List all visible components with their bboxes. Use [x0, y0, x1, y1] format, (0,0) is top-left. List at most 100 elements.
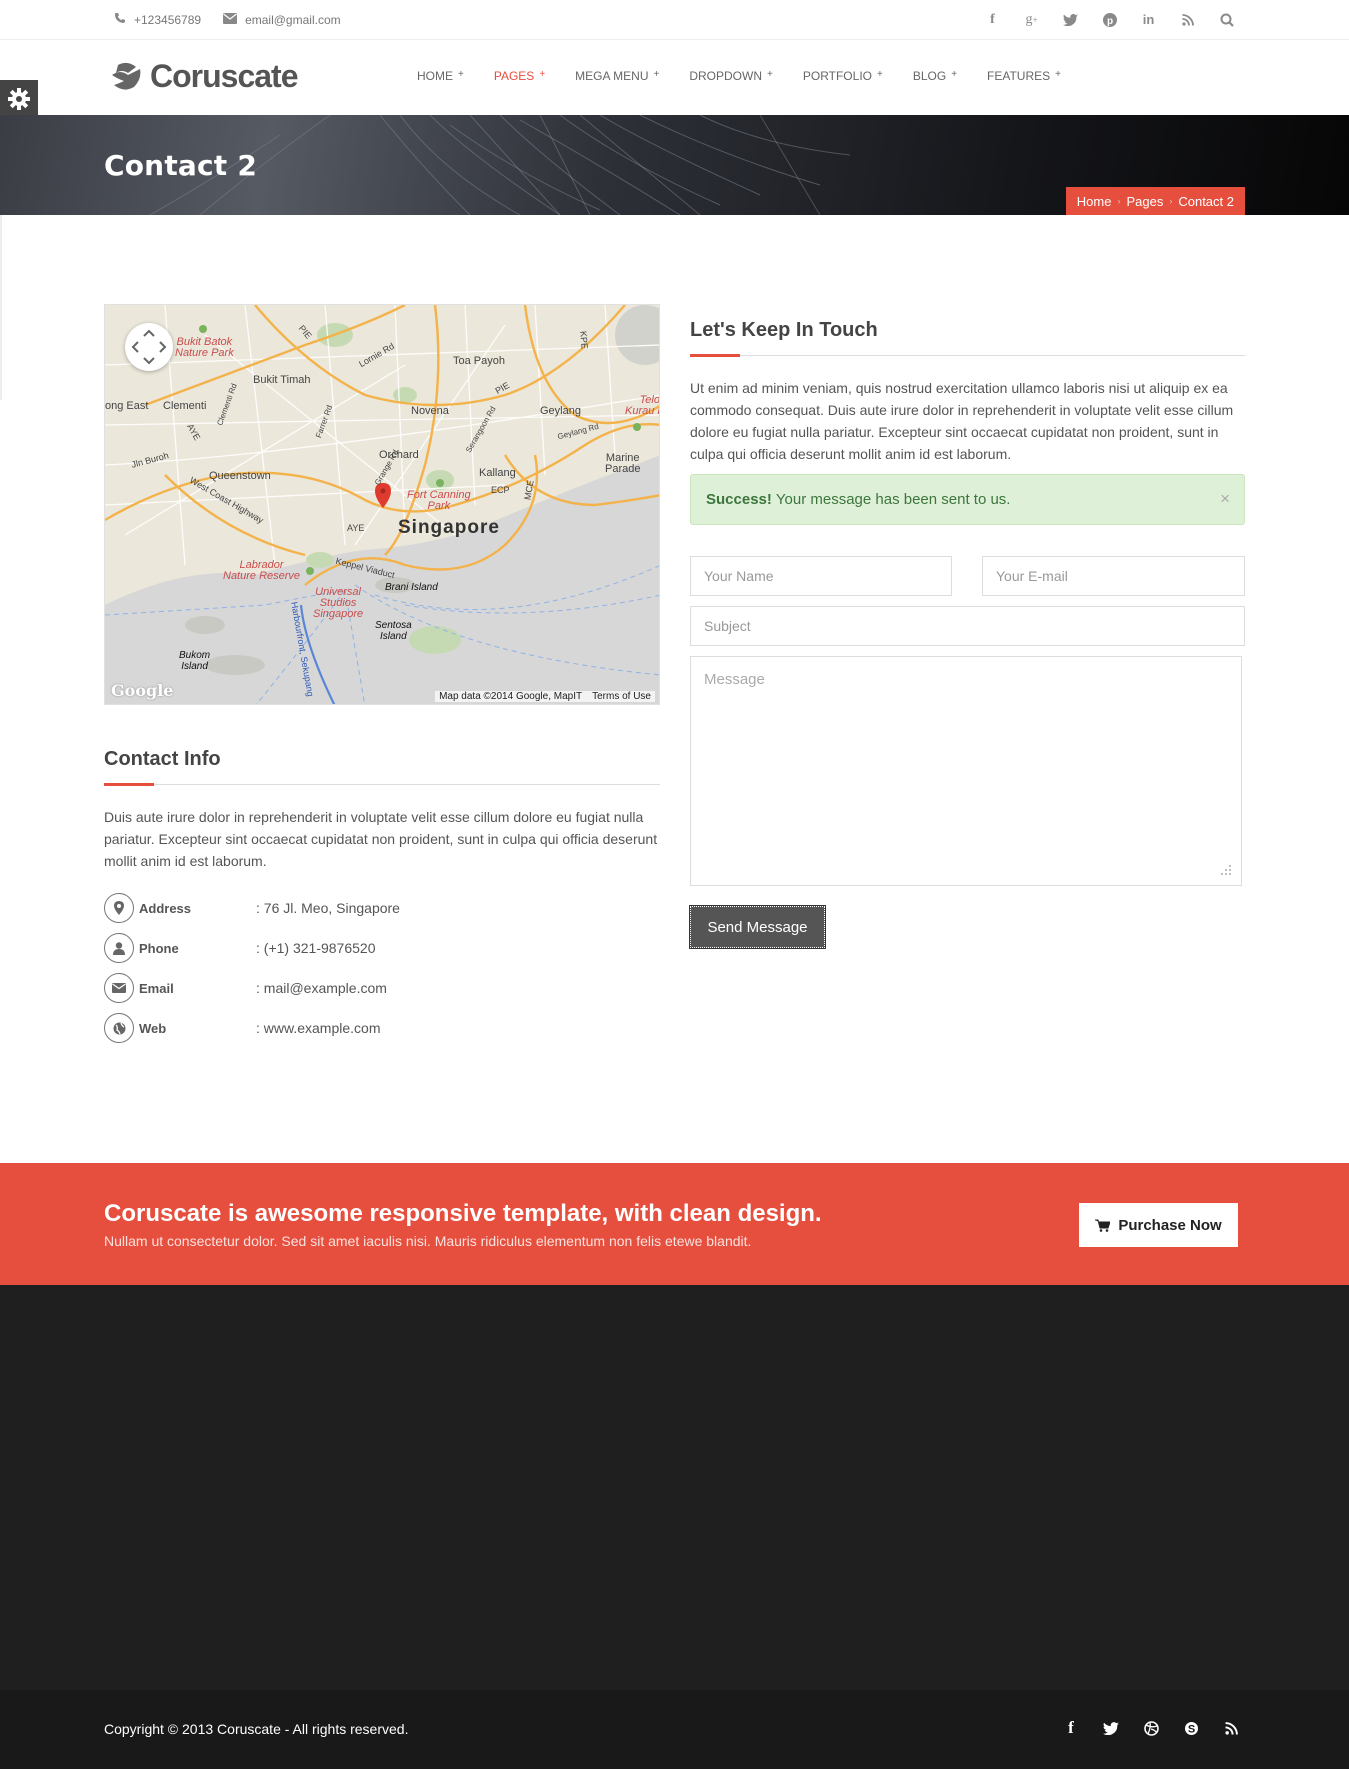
top-contact: +123456789 email@gmail.com: [114, 12, 341, 27]
footer-bottom: Copyright © 2013 Coruscate - All rights …: [0, 1690, 1349, 1769]
envelope-icon: [223, 12, 238, 27]
web-value[interactable]: : www.example.com: [256, 1020, 380, 1036]
nav-item-blog[interactable]: BLOG +: [913, 69, 957, 83]
map-label-bukit-batok: Bukit Batok Nature Park: [175, 336, 234, 359]
message-textarea[interactable]: Message: [690, 656, 1242, 886]
heading-accent: [104, 783, 154, 786]
twitter-icon[interactable]: [1062, 10, 1079, 29]
success-alert: Success! Your message has been sent to u…: [690, 474, 1245, 525]
name-input[interactable]: Your Name: [690, 556, 952, 596]
keep-in-touch-divider: [690, 354, 1245, 357]
dribbble-icon[interactable]: [1142, 1717, 1160, 1739]
map-label-kallang: Kallang: [479, 467, 516, 479]
cart-icon: [1095, 1219, 1111, 1232]
logo-text: Coruscate: [150, 58, 298, 94]
phone-icon: [114, 12, 126, 27]
map-roads: [105, 305, 659, 704]
breadcrumb-separator: ›: [1117, 196, 1121, 206]
map-marker-icon: [104, 893, 134, 923]
map-pan-control[interactable]: [125, 323, 173, 371]
map-label-labrador: Labrador Nature Reserve: [223, 559, 301, 582]
map-label-singapore: Singapore: [398, 517, 500, 538]
purchase-now-label: Purchase Now: [1118, 1216, 1222, 1234]
alert-message: Your message has been sent to us.: [775, 491, 1011, 508]
google-plus-icon[interactable]: g +: [1023, 10, 1040, 29]
resize-grip-icon[interactable]: [1221, 865, 1231, 875]
nav-item-features[interactable]: FEATURES +: [987, 69, 1061, 83]
map-terms-link[interactable]: Terms of Use: [592, 691, 651, 702]
call-to-action: Coruscate is awesome responsive template…: [0, 1163, 1349, 1285]
nav-item-dropdown[interactable]: DROPDOWN +: [689, 69, 773, 83]
contact-info-heading: Contact Info: [104, 748, 221, 770]
heading-accent: [690, 354, 740, 357]
footer-widgets-area: [0, 1285, 1349, 1690]
map-label-sentosa: Sentosa Island: [375, 620, 412, 642]
map-attribution: Map data ©2014 Google, MapIT Terms of Us…: [435, 691, 655, 702]
map-road-aye-south: AYE: [347, 523, 365, 533]
address-label: Address: [139, 900, 192, 916]
logo[interactable]: Coruscate: [110, 58, 298, 95]
linkedin-icon[interactable]: in: [1140, 10, 1157, 29]
breadcrumb: Home › Pages › Contact 2: [1065, 187, 1245, 215]
nav-item-portfolio[interactable]: PORTFOLIO +: [803, 69, 883, 83]
nav-item-home[interactable]: HOME +: [417, 69, 464, 83]
message-placeholder: Message: [704, 671, 765, 688]
breadcrumb-current: Contact 2: [1178, 193, 1234, 209]
main-header: Coruscate HOME + PAGES + MEGA MENU + DROPDO…: [0, 40, 1349, 115]
map-label-novena: Novena: [411, 405, 449, 417]
facebook-icon[interactable]: f: [1062, 1717, 1080, 1739]
map-label-geylang: Geylang: [540, 405, 581, 417]
style-switcher-edge: [0, 215, 2, 400]
contact-address-row: Address : 76 Jl. Meo, Singapore: [104, 893, 504, 923]
alert-strong: Success!: [706, 491, 772, 508]
google-logo[interactable]: Google: [111, 681, 173, 700]
contact-web-row: Web : www.example.com: [104, 1013, 504, 1043]
map-label-queenstown: Queenstown: [209, 470, 271, 482]
nav-item-mega-menu[interactable]: MEGA MENU +: [575, 69, 659, 83]
map-road-kpe: KPE: [578, 330, 590, 350]
map-label-bukom: Bukom Island: [179, 650, 211, 672]
gear-icon: [8, 88, 30, 110]
subject-input[interactable]: Subject: [690, 606, 1245, 646]
search-icon[interactable]: [1218, 10, 1235, 29]
pan-arrows-icon: [131, 329, 167, 365]
phone-label: Phone: [139, 940, 179, 956]
map-label-brani-island: Brani Island: [385, 582, 438, 593]
style-switcher-button[interactable]: [0, 80, 38, 118]
web-label: Web: [139, 1020, 167, 1036]
email-value[interactable]: : mail@example.com: [256, 980, 387, 996]
keep-in-touch-text: Ut enim ad minim veniam, quis nostrud ex…: [690, 380, 1234, 462]
pinterest-icon[interactable]: p: [1101, 10, 1118, 29]
alert-close-button[interactable]: ×: [1220, 489, 1230, 509]
globe-icon: [104, 1013, 134, 1043]
twitter-icon[interactable]: [1102, 1717, 1120, 1739]
top-bar: +123456789 email@gmail.com f g + p in: [0, 0, 1349, 40]
top-email[interactable]: email@gmail.com: [223, 12, 341, 27]
main-nav: HOME + PAGES + MEGA MENU + DROPDOWN + PORTFO…: [417, 69, 1091, 83]
send-message-button[interactable]: Send Message: [689, 905, 826, 949]
page-banner: Contact 2 Home › Pages › Contact 2: [0, 115, 1349, 215]
address-value: : 76 Jl. Meo, Singapore: [256, 900, 400, 916]
envelope-icon: [104, 973, 134, 1003]
rss-icon[interactable]: [1179, 10, 1196, 29]
nav-item-pages[interactable]: PAGES +: [494, 69, 545, 83]
rss-icon[interactable]: [1222, 1717, 1240, 1739]
page-title: Contact 2: [104, 149, 258, 182]
map-label-jurong-east: ong East: [105, 400, 149, 412]
map-road-ecp: ECP: [491, 485, 510, 495]
purchase-now-button[interactable]: Purchase Now: [1079, 1203, 1238, 1247]
email-input[interactable]: Your E-mail: [982, 556, 1245, 596]
contact-email-row: Email : mail@example.com: [104, 973, 504, 1003]
breadcrumb-home[interactable]: Home: [1077, 194, 1112, 209]
map-data-text: Map data ©2014 Google, MapIT: [439, 691, 583, 702]
logo-mark-icon: [112, 62, 141, 90]
contact-info-text: Duis aute irure dolor in reprehenderit i…: [104, 809, 658, 869]
google-map[interactable]: Bukit Batok Nature Park Bukit Timah Toa …: [104, 304, 660, 705]
facebook-icon[interactable]: f: [984, 10, 1001, 29]
map-label-universal-studios: Universal Studios Singapore: [313, 586, 364, 620]
skype-icon[interactable]: S: [1182, 1717, 1200, 1739]
map-label-marine-parade: Marine Parade: [605, 452, 641, 475]
map-label-fort-canning: Fort Canning Park: [407, 489, 471, 512]
svg-text:S: S: [1187, 1723, 1194, 1735]
breadcrumb-pages[interactable]: Pages: [1126, 194, 1163, 209]
